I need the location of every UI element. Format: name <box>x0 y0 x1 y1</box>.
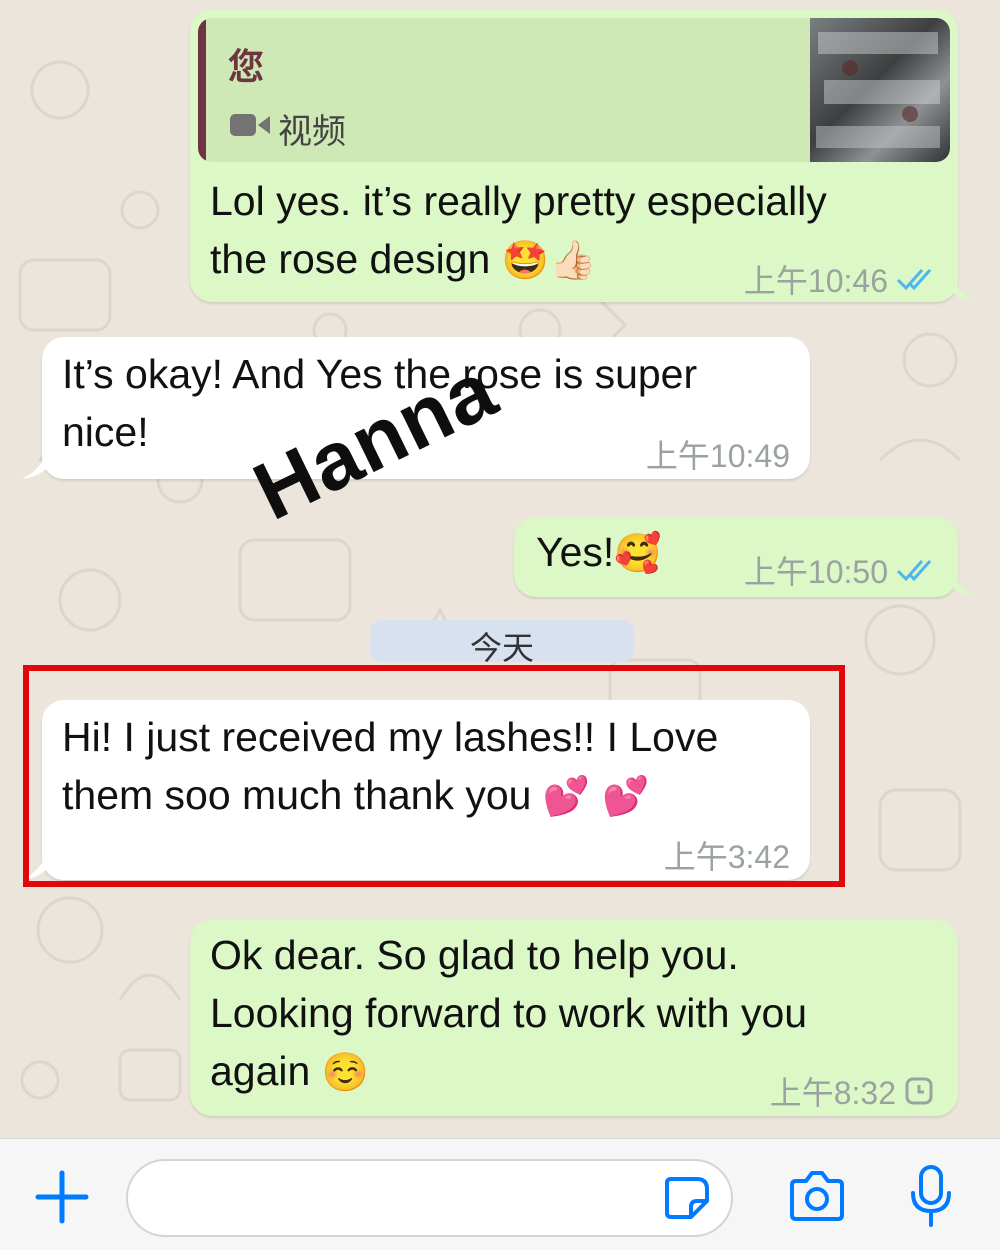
day-separator: 今天 <box>370 620 634 662</box>
message-meta: 上午10:50 <box>744 547 938 593</box>
message-text: Yes! <box>536 529 615 575</box>
chat-background: 您 视频 Lol yes. it’s really pretty especia… <box>0 0 1000 1138</box>
quoted-media-label: 视频 <box>278 113 346 151</box>
message-meta: 上午10:46 <box>744 256 938 302</box>
message-time: 上午3:42 <box>663 839 790 875</box>
message-text: them soo much thank you <box>62 772 532 818</box>
clock-icon <box>905 1077 933 1105</box>
message-bubble-outgoing[interactable]: 您 视频 Lol yes. it’s really pretty especia… <box>190 10 958 302</box>
emoji: 🥰 <box>614 531 662 575</box>
bubble-tail <box>950 272 976 302</box>
message-input[interactable] <box>126 1159 733 1237</box>
plus-icon[interactable] <box>34 1169 90 1225</box>
message-bubble-outgoing[interactable]: Yes!🥰 上午10:50 <box>514 517 958 597</box>
emoji: 💕 💕 <box>542 774 650 818</box>
message-text-line: Ok dear. So glad to help you. <box>210 932 739 978</box>
message-text-line: nice! <box>62 409 149 455</box>
video-thumbnail[interactable] <box>810 18 950 162</box>
message-text-line: Hi! I just received my lashes!! I Love <box>62 714 719 760</box>
camera-icon[interactable] <box>786 1169 848 1225</box>
message-time: 上午10:46 <box>743 263 888 299</box>
message-time: 上午10:50 <box>743 554 888 590</box>
bubble-tail <box>950 567 976 597</box>
message-text: the rose design <box>210 236 491 282</box>
composer-bar <box>0 1138 1000 1250</box>
sticker-icon[interactable] <box>663 1173 713 1223</box>
message-meta: 上午10:49 <box>646 431 790 477</box>
message-text-line: Looking forward to work with you <box>210 990 808 1036</box>
message-text: again <box>210 1048 311 1094</box>
message-bubble-incoming[interactable]: Hi! I just received my lashes!! I Love t… <box>42 700 810 880</box>
emoji: ☺️ <box>321 1050 370 1094</box>
message-text-line: Lol yes. it’s really pretty especially <box>210 178 827 224</box>
bubble-tail <box>22 850 48 880</box>
quoted-message[interactable]: 您 视频 <box>198 18 950 162</box>
message-text-line: again ☺️ <box>210 1042 369 1101</box>
message-meta: 上午8:32 <box>770 1068 934 1114</box>
message-time: 上午8:32 <box>769 1075 896 1111</box>
emoji: 🤩👍🏻 <box>501 238 597 282</box>
video-icon <box>230 112 270 143</box>
thumbnail-image <box>816 32 940 148</box>
message-text-line: Yes!🥰 <box>536 523 662 582</box>
message-bubble-outgoing[interactable]: Ok dear. So glad to help you. Looking fo… <box>190 920 958 1116</box>
message-time: 上午10:49 <box>645 438 790 474</box>
read-receipt-icon <box>896 560 932 582</box>
bubble-tail <box>22 449 48 479</box>
quoted-sender: 您 <box>228 46 265 87</box>
message-text-line: them soo much thank you 💕 💕 <box>62 766 650 825</box>
message-meta: 上午3:42 <box>664 832 790 878</box>
message-text-line: the rose design 🤩👍🏻 <box>210 230 596 289</box>
quote-bar <box>198 18 206 162</box>
read-receipt-icon <box>896 269 932 291</box>
microphone-icon[interactable] <box>906 1163 956 1229</box>
